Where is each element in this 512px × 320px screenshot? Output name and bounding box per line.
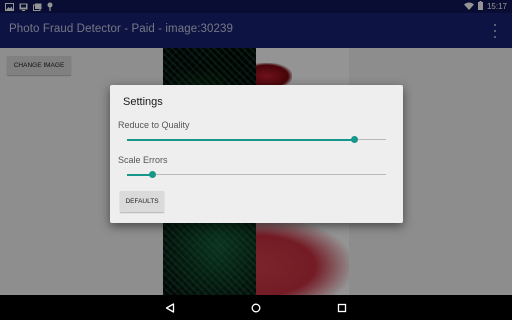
back-icon[interactable] [162, 300, 178, 316]
defaults-button[interactable]: DEFAULTS [120, 191, 164, 212]
home-icon[interactable] [248, 300, 264, 316]
scale-errors-slider-label: Scale Errors [118, 155, 168, 165]
quality-slider-label: Reduce to Quality [118, 120, 190, 130]
screen: 15:17 Photo Fraud Detector - Paid - imag… [0, 0, 512, 320]
recents-icon[interactable] [334, 300, 350, 316]
navigation-bar [0, 295, 512, 320]
quality-slider-thumb[interactable] [351, 136, 359, 143]
scale-errors-slider-thumb[interactable] [149, 171, 157, 178]
dialog-title: Settings [123, 96, 163, 108]
scale-errors-slider[interactable] [127, 171, 386, 179]
quality-slider-fill [127, 139, 355, 141]
quality-slider[interactable] [127, 136, 386, 144]
settings-dialog: Settings Reduce to Quality Scale Errors … [110, 85, 403, 223]
